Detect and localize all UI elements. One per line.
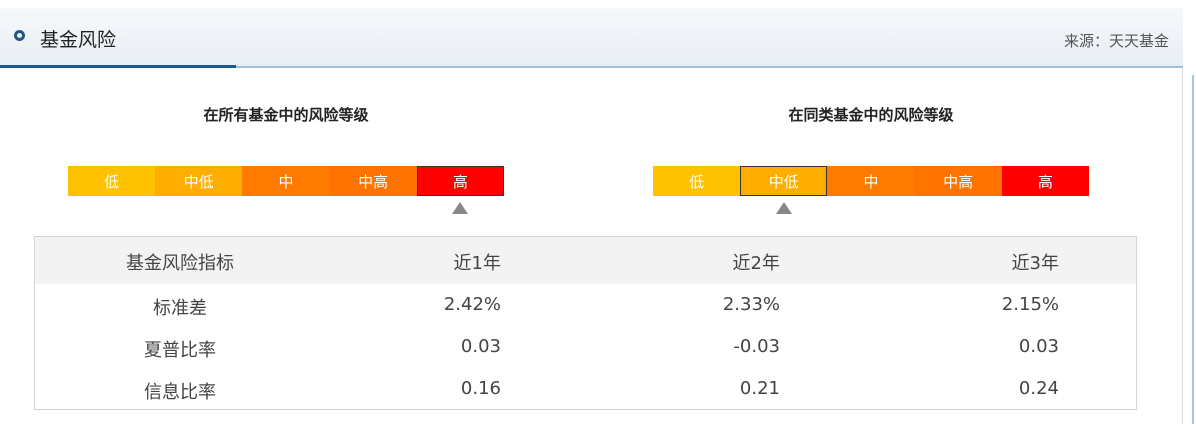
risk-level-mid-low: 中低: [155, 166, 243, 196]
table-cell: 2.15%: [1001, 294, 1059, 315]
risk-level-mid-high: 中高: [329, 166, 417, 196]
risk-level-bar: 低 中低 中 中高 高: [653, 166, 1089, 196]
risk-metrics-table: 基金风险指标 近1年 近2年 近3年 标准差 2.42% 2.33% 2.15%…: [34, 236, 1137, 410]
table-cell: 2.33%: [722, 294, 780, 315]
table-header-cell: 近3年: [1011, 253, 1059, 274]
risk-level-bar: 低 中低 中 中高 高: [68, 166, 504, 196]
risk-level-high: 高: [416, 166, 504, 196]
risk-level-mid-high: 中高: [914, 166, 1002, 196]
risk-level-low: 低: [68, 166, 156, 196]
table-header-row: 基金风险指标 近1年 近2年 近3年: [35, 237, 1136, 284]
risk-level-mid: 中: [827, 166, 915, 196]
table-cell: 0.03: [460, 336, 501, 357]
rating-title: 在同类基金中的风险等级: [788, 106, 954, 124]
source-label: 来源：天天基金: [1063, 32, 1169, 50]
circle-bullet-icon: [14, 30, 25, 41]
rating-same-class-funds: 在同类基金中的风险等级 低 中低 中 中高 高: [653, 100, 1089, 214]
table-cell: 2.42%: [443, 294, 501, 315]
rating-all-funds: 在所有基金中的风险等级 低 中低 中 中高 高: [68, 100, 504, 214]
rating-title: 在所有基金中的风险等级: [203, 106, 369, 124]
table-row-label: 夏普比率: [144, 340, 216, 361]
panel-title: 基金风险: [40, 29, 117, 51]
table-header-cell: 近1年: [453, 253, 501, 274]
table-cell: 0.16: [460, 378, 501, 399]
table-cell: 0.03: [1018, 336, 1059, 357]
table-header-cell: 基金风险指标: [126, 253, 234, 274]
risk-level-high: 高: [1001, 166, 1089, 196]
risk-level-mid-low: 中低: [740, 166, 828, 196]
table-cell: 0.21: [739, 378, 780, 399]
risk-level-low: 低: [653, 166, 741, 196]
panel-header: 基金风险 来源：天天基金: [0, 8, 1183, 68]
triangle-up-icon: [452, 202, 469, 214]
risk-level-mid: 中: [242, 166, 330, 196]
table-cell: -0.03: [733, 336, 780, 357]
table-header-cell: 近2年: [732, 253, 780, 274]
table-cell: 0.24: [1018, 378, 1059, 399]
triangle-up-icon: [775, 202, 792, 214]
outer-border-line: [1192, 75, 1194, 424]
header-accent-line: [0, 65, 236, 68]
table-row-label: 信息比率: [144, 382, 216, 403]
table-row-label: 标准差: [153, 298, 207, 319]
